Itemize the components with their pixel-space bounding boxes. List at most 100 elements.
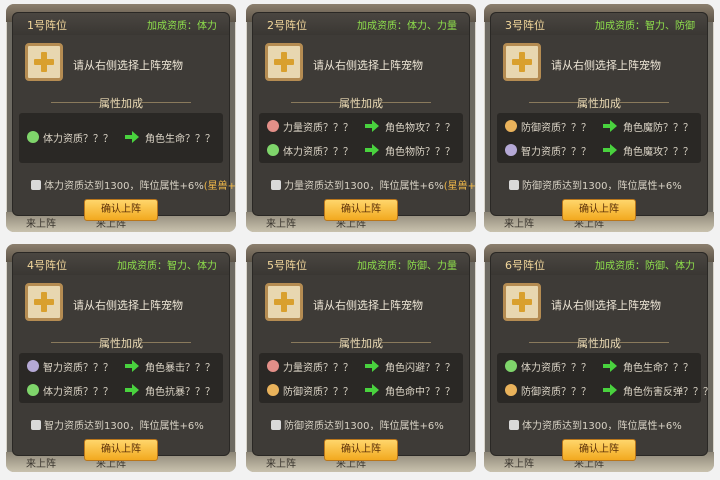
section-title: 属性加成 xyxy=(99,97,143,110)
effect-label: 角色物防？？？ xyxy=(385,147,455,158)
aptitude-label: 体力资质？？？ xyxy=(43,387,113,398)
formation-card: 4号阵位 加成资质：智力、体力 请从右侧选择上阵宠物 属性加成 智力资质？？？ … xyxy=(12,252,230,461)
arrow-right-icon xyxy=(603,384,617,396)
bonus-aptitude-label: 加成资质：体力、力量 xyxy=(357,21,457,32)
card-header: 3号阵位 加成资质：智力、防御 xyxy=(491,13,707,35)
formation-card: 3号阵位 加成资质：智力、防御 请从右侧选择上阵宠物 属性加成 防御资质？？？ … xyxy=(490,12,708,221)
attribute-list: 力量资质？？？ 角色闪避？？？ 防御资质？？？ 角色命中？？？ xyxy=(259,353,463,403)
requirement-main: 防御资质达到1300，阵位属性+6% xyxy=(284,421,444,432)
slot-hint-text: 请从右侧选择上阵宠物 xyxy=(551,299,661,312)
confirm-deploy-button[interactable]: 确认上阵 xyxy=(324,439,398,461)
aptitude-label: 力量资质？？？ xyxy=(283,363,353,374)
formation-panel-5: 来上阵 来上阵 5号阵位 加成资质：防御、力量 请从右侧选择上阵宠物 属性加成 … xyxy=(246,244,476,472)
plus-icon xyxy=(510,290,534,314)
attribute-row: 体力资质？？？ 角色生命？？？ xyxy=(19,128,223,148)
requirement-main: 体力资质达到1300，阵位属性+6% xyxy=(44,181,204,192)
aptitude-icon xyxy=(505,360,517,372)
aptitude-label: 体力资质？？？ xyxy=(283,147,353,158)
formation-grid: 来上阵 来上阵 1号阵位 加成资质：体力 请从右侧选择上阵宠物 属性加成 体力资… xyxy=(0,0,720,480)
formation-card: 1号阵位 加成资质：体力 请从右侧选择上阵宠物 属性加成 体力资质？？？ 角色生… xyxy=(12,12,236,221)
effect-label: 角色暴击？？？ xyxy=(145,363,215,374)
aptitude-icon xyxy=(267,360,279,372)
pet-slot-button[interactable] xyxy=(25,283,63,321)
aptitude-label: 体力资质？？？ xyxy=(43,134,113,145)
upgrade-arrow-icon xyxy=(271,420,281,430)
ghost-label: 来上阵 xyxy=(266,459,296,470)
aptitude-label: 防御资质？？？ xyxy=(283,387,353,398)
slot-hint-text: 请从右侧选择上阵宠物 xyxy=(73,299,183,312)
arrow-right-icon xyxy=(365,120,379,132)
effect-label: 角色物攻？？？ xyxy=(385,123,455,134)
attribute-list: 体力资质？？？ 角色生命？？？ 防御资质？？？ 角色伤害反弹？？？ xyxy=(497,353,713,403)
divider-right xyxy=(141,342,191,343)
aptitude-icon xyxy=(267,120,279,132)
section-title: 属性加成 xyxy=(339,337,383,350)
effect-label: 角色生命？？？ xyxy=(145,134,215,145)
requirement-text: 体力资质达到1300，阵位属性+6%(星兽+5%) xyxy=(31,177,236,192)
aptitude-icon xyxy=(505,144,517,156)
card-header: 1号阵位 加成资质：体力 xyxy=(13,13,229,35)
slot-hint-text: 请从右侧选择上阵宠物 xyxy=(551,59,661,72)
bonus-aptitude-label: 加成资质：智力、防御 xyxy=(595,21,695,32)
formation-panel-1: 来上阵 来上阵 1号阵位 加成资质：体力 请从右侧选择上阵宠物 属性加成 体力资… xyxy=(6,4,236,232)
divider-right xyxy=(619,342,669,343)
pet-slot-button[interactable] xyxy=(503,283,541,321)
requirement-main: 智力资质达到1300，阵位属性+6% xyxy=(44,421,204,432)
aptitude-icon xyxy=(27,131,39,143)
effect-label: 角色伤害反弹？？？ xyxy=(623,387,713,398)
bonus-aptitude-label: 加成资质：防御、体力 xyxy=(595,261,695,272)
requirement-text: 体力资质达到1300，阵位属性+6% xyxy=(509,417,682,432)
pet-slot-button[interactable] xyxy=(265,283,303,321)
section-title: 属性加成 xyxy=(577,337,621,350)
aptitude-label: 智力资质？？？ xyxy=(521,147,591,158)
attribute-list: 智力资质？？？ 角色暴击？？？ 体力资质？？？ 角色抗暴？？？ xyxy=(19,353,223,403)
position-label: 5号阵位 xyxy=(267,259,307,272)
arrow-right-icon xyxy=(125,360,139,372)
position-label: 4号阵位 xyxy=(27,259,67,272)
effect-label: 角色闪避？？？ xyxy=(385,363,455,374)
section-title: 属性加成 xyxy=(99,337,143,350)
ghost-label: 来上阵 xyxy=(504,459,534,470)
requirement-bonus: (星兽+5%) xyxy=(203,181,236,192)
pet-slot-button[interactable] xyxy=(25,43,63,81)
slot-hint-text: 请从右侧选择上阵宠物 xyxy=(313,299,423,312)
arrow-right-icon xyxy=(125,131,139,143)
requirement-main: 力量资质达到1300，阵位属性+6% xyxy=(284,181,444,192)
confirm-deploy-button[interactable]: 确认上阵 xyxy=(84,199,158,221)
effect-label: 角色魔攻？？？ xyxy=(623,147,693,158)
card-header: 2号阵位 加成资质：体力、力量 xyxy=(253,13,469,35)
upgrade-arrow-icon xyxy=(31,420,41,430)
attribute-row: 体力资质？？？ 角色生命？？？ xyxy=(497,357,701,377)
aptitude-icon xyxy=(505,384,517,396)
plus-icon xyxy=(32,50,56,74)
ghost-label: 来上阵 xyxy=(504,219,534,230)
confirm-deploy-button[interactable]: 确认上阵 xyxy=(562,439,636,461)
pet-slot-button[interactable] xyxy=(503,43,541,81)
formation-card: 5号阵位 加成资质：防御、力量 请从右侧选择上阵宠物 属性加成 力量资质？？？ … xyxy=(252,252,470,461)
confirm-deploy-button[interactable]: 确认上阵 xyxy=(562,199,636,221)
formation-card: 6号阵位 加成资质：防御、体力 请从右侧选择上阵宠物 属性加成 体力资质？？？ … xyxy=(490,252,713,461)
ghost-label: 来上阵 xyxy=(266,219,296,230)
attribute-row: 防御资质？？？ 角色命中？？？ xyxy=(259,381,463,401)
attribute-list: 防御资质？？？ 角色魔防？？？ 智力资质？？？ 角色魔攻？？？ xyxy=(497,113,701,163)
pet-slot-button[interactable] xyxy=(265,43,303,81)
formation-panel-3: 来上阵 来上阵 3号阵位 加成资质：智力、防御 请从右侧选择上阵宠物 属性加成 … xyxy=(484,4,714,232)
formation-panel-6: 来上阵 来上阵 6号阵位 加成资质：防御、体力 请从右侧选择上阵宠物 属性加成 … xyxy=(484,244,714,472)
arrow-right-icon xyxy=(125,384,139,396)
requirement-text: 智力资质达到1300，阵位属性+6% xyxy=(31,417,204,432)
requirement-bonus: (星兽+10% xyxy=(443,181,476,192)
slot-hint-text: 请从右侧选择上阵宠物 xyxy=(73,59,183,72)
ghost-label: 来上阵 xyxy=(26,459,56,470)
position-label: 1号阵位 xyxy=(27,19,67,32)
plus-icon xyxy=(510,50,534,74)
formation-panel-2: 来上阵 来上阵 2号阵位 加成资质：体力、力量 请从右侧选择上阵宠物 属性加成 … xyxy=(246,4,476,232)
attribute-row: 智力资质？？？ 角色暴击？？？ xyxy=(19,357,223,377)
formation-panel-4: 来上阵 来上阵 4号阵位 加成资质：智力、体力 请从右侧选择上阵宠物 属性加成 … xyxy=(6,244,236,472)
confirm-deploy-button[interactable]: 确认上阵 xyxy=(84,439,158,461)
attribute-row: 智力资质？？？ 角色魔攻？？？ xyxy=(497,141,701,161)
aptitude-icon xyxy=(505,120,517,132)
attribute-row: 防御资质？？？ 角色魔防？？？ xyxy=(497,117,701,137)
upgrade-arrow-icon xyxy=(271,180,281,190)
confirm-deploy-button[interactable]: 确认上阵 xyxy=(324,199,398,221)
attribute-row: 力量资质？？？ 角色物攻？？？ xyxy=(259,117,463,137)
